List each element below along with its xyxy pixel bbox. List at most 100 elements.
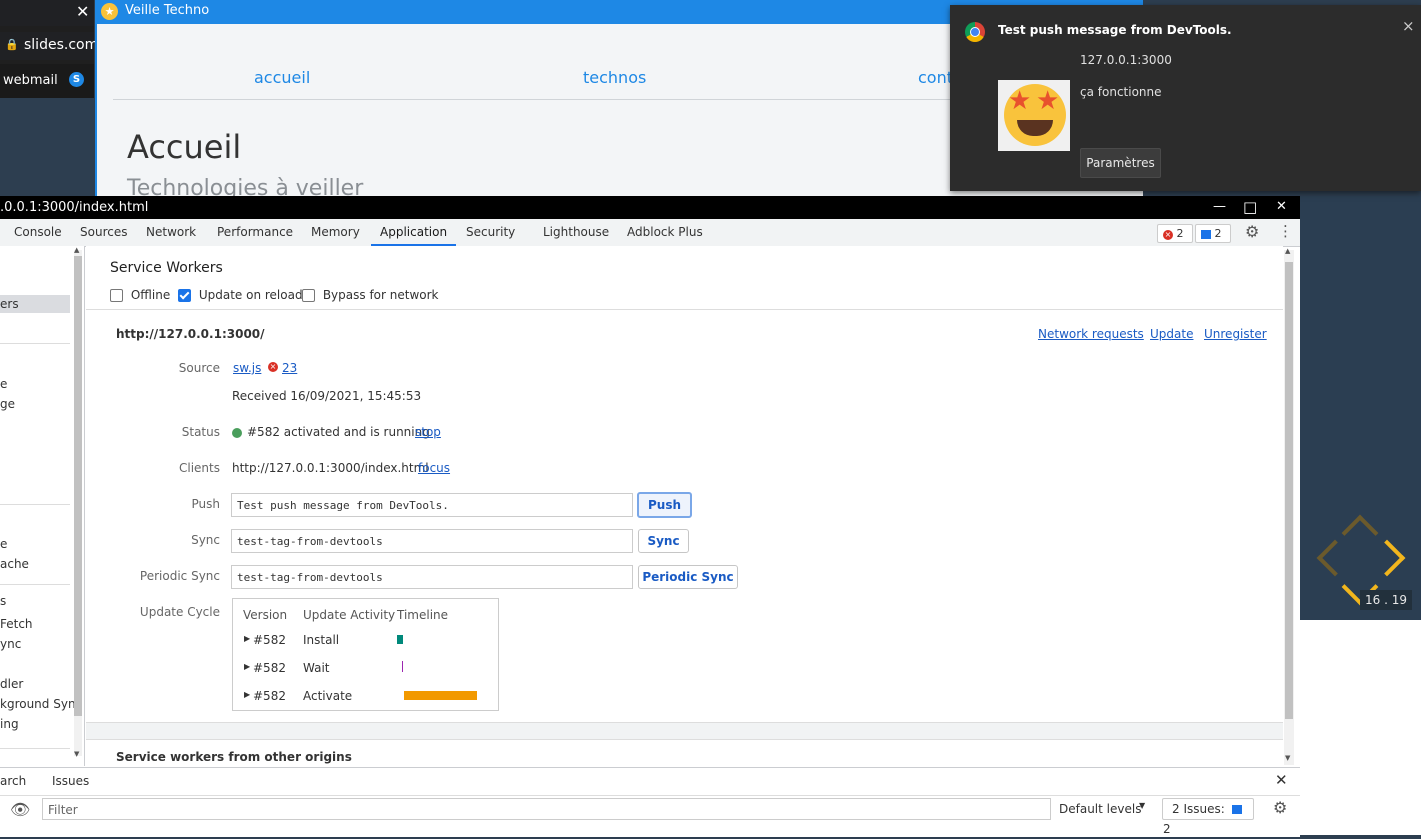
sidebar-item-local-storage[interactable]: e [0, 377, 7, 391]
sidebar-item-background-services[interactable]: s [0, 594, 6, 608]
notification-close-icon[interactable]: × [1402, 17, 1415, 35]
devtools-titlebar: .0.0.1:3000/index.html — □ ✕ [0, 197, 1300, 219]
tab-sources[interactable]: Sources [80, 219, 127, 246]
message-badge[interactable]: 2 [1195, 224, 1231, 243]
sidebar-item-push-messaging[interactable]: ing [0, 717, 19, 731]
column-header-activity: Update Activity [303, 608, 396, 622]
expand-arrow-icon[interactable]: ▶ [244, 662, 250, 671]
sidebar-scrollbar[interactable]: ▲ ▼ [74, 246, 82, 758]
periodic-sync-button[interactable]: Periodic Sync [638, 565, 738, 589]
dropdown-arrow-icon[interactable]: ▼ [1139, 801, 1145, 810]
skype-icon: S [69, 72, 84, 87]
issues-label: 2 Issues: [1172, 802, 1225, 816]
timeline-bar-wait [402, 661, 403, 672]
drawer-close-icon[interactable]: ✕ [1275, 771, 1288, 789]
table-row[interactable]: ▶ #582 Wait [233, 657, 498, 681]
address-bar[interactable]: 🔒 slides.com/ [0, 32, 103, 60]
option-bypass-for-network[interactable]: Bypass for network [302, 288, 439, 302]
error-icon: × [268, 362, 278, 372]
eye-icon[interactable]: 👁 [10, 800, 30, 819]
update-on-reload-checkbox[interactable] [178, 289, 191, 302]
table-row[interactable]: ▶ #582 Activate [233, 685, 498, 709]
tab-network[interactable]: Network [146, 219, 196, 246]
notification-title: Test push message from DevTools. [998, 23, 1232, 37]
unregister-link[interactable]: Unregister [1204, 327, 1267, 341]
issues-button[interactable]: 2 Issues: 2 [1162, 798, 1254, 836]
sidebar-item-payment-handler[interactable]: dler [0, 677, 23, 691]
sidebar-item-cache-storage[interactable]: e [0, 537, 7, 551]
push-input[interactable]: Test push message from DevTools. [231, 493, 633, 517]
drawer-tab-search[interactable]: arch [0, 774, 26, 788]
nav-technos[interactable]: technos [583, 68, 646, 87]
page-window-title: Veille Techno [125, 3, 210, 18]
error-count: 2 [1176, 227, 1184, 240]
expand-arrow-icon[interactable]: ▶ [244, 690, 250, 699]
devtools-title: .0.0.1:3000/index.html [0, 200, 149, 215]
tab-performance[interactable]: Performance [217, 219, 293, 246]
error-badge[interactable]: × 2 [1157, 224, 1193, 243]
filter-placeholder: Filter [48, 803, 78, 817]
push-button[interactable]: Push [637, 492, 692, 518]
drawer-tab-issues[interactable]: Issues [52, 774, 89, 788]
network-requests-link[interactable]: Network requests [1038, 327, 1144, 341]
expand-arrow-icon[interactable]: ▶ [244, 634, 250, 643]
update-link[interactable]: Update [1150, 327, 1193, 341]
lock-icon: 🔒 [5, 38, 19, 51]
tab-application[interactable]: Application [371, 219, 457, 246]
message-count: 2 [1214, 227, 1222, 240]
notification-settings-button[interactable]: Paramètres [1080, 148, 1161, 178]
other-origins-section: Service workers from other origins [86, 739, 1283, 766]
close-window-icon[interactable]: ✕ [1276, 199, 1287, 214]
source-errors-link[interactable]: 23 [282, 361, 297, 375]
clients-url: http://127.0.0.1:3000/index.html [232, 461, 429, 475]
console-settings-icon[interactable]: ⚙ [1273, 798, 1287, 817]
worker-scope: http://127.0.0.1:3000/ [116, 327, 265, 341]
nav-accueil[interactable]: accueil [254, 68, 310, 87]
notification-origin: 127.0.0.1:3000 [1080, 53, 1172, 67]
close-tab-icon[interactable]: ✕ [76, 2, 89, 21]
timeline-bar-install [397, 635, 403, 644]
bookmark-webmail[interactable]: webmail [3, 73, 58, 88]
update-cycle-label: Update Cycle [139, 605, 220, 619]
focus-link[interactable]: focus [418, 461, 450, 475]
sidebar-item-session-storage[interactable]: ge [0, 397, 15, 411]
issues-count: 2 [1163, 822, 1171, 836]
offline-checkbox[interactable] [110, 289, 123, 302]
settings-gear-icon[interactable]: ⚙ [1245, 222, 1259, 241]
tab-lighthouse[interactable]: Lighthouse [543, 219, 609, 246]
more-options-icon[interactable]: ⋮ [1278, 222, 1293, 240]
minimize-icon[interactable]: — [1213, 199, 1226, 214]
default-levels-dropdown[interactable]: Default levels [1059, 802, 1141, 816]
status-running-icon [232, 428, 242, 438]
tab-security[interactable]: Security [466, 219, 515, 246]
devtools-window: .0.0.1:3000/index.html — □ ✕ Console Sou… [0, 196, 1300, 837]
push-notification[interactable]: Test push message from DevTools. × 127.0… [950, 5, 1421, 191]
bypass-for-network-checkbox[interactable] [302, 289, 315, 302]
sidebar-item-background-sync[interactable]: ync [0, 637, 21, 651]
table-row[interactable]: ▶ #582 Install [233, 629, 498, 653]
sync-button[interactable]: Sync [638, 529, 689, 553]
source-file-link[interactable]: sw.js [233, 361, 261, 375]
main-scrollbar[interactable]: ▲ ▼ [1284, 247, 1294, 765]
star-eye-icon: ★ [1036, 86, 1060, 116]
console-filter-input[interactable]: Filter [42, 798, 1051, 820]
update-cycle-table: Version Update Activity Timeline ▶ #582 … [232, 598, 499, 711]
url-text: slides.com/ [24, 37, 103, 53]
tab-memory[interactable]: Memory [311, 219, 360, 246]
column-header-version: Version [243, 608, 288, 622]
sidebar-item-application-cache[interactable]: ache [0, 557, 29, 571]
devtools-tabbar: Console Sources Network Performance Memo… [0, 219, 1300, 247]
message-icon [1201, 229, 1211, 239]
option-update-on-reload[interactable]: Update on reload [178, 288, 303, 302]
sidebar-item-periodic-background-sync[interactable]: kground Sync [0, 697, 82, 711]
maximize-icon[interactable]: □ [1243, 198, 1257, 216]
sidebar-item-service-workers[interactable]: ers [0, 297, 19, 311]
tab-console[interactable]: Console [14, 219, 62, 246]
stop-link[interactable]: stop [415, 425, 441, 439]
received-date: Received 16/09/2021, 15:45:53 [232, 389, 422, 403]
sidebar-item-background-fetch[interactable]: Fetch [0, 617, 33, 631]
option-offline[interactable]: Offline [110, 288, 170, 302]
tab-adblock-plus[interactable]: Adblock Plus [627, 219, 703, 246]
sync-input[interactable]: test-tag-from-devtools [231, 529, 633, 553]
periodic-sync-input[interactable]: test-tag-from-devtools [231, 565, 633, 589]
